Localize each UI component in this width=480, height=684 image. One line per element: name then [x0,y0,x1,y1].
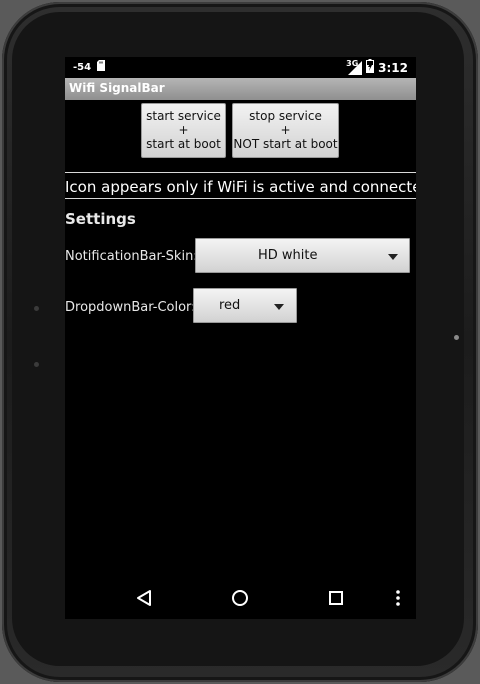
app-title: Wifi SignalBar [69,81,165,95]
chevron-down-icon [274,304,284,310]
stop-button-line-1: stop service [249,109,322,123]
notification-skin-select[interactable]: HD white [195,238,410,273]
stop-service-button[interactable]: stop service + NOT start at boot [232,103,339,158]
sd-card-icon [97,60,106,74]
dropdown-color-value: red [219,298,241,313]
start-button-line-3: start at boot [146,137,221,151]
back-icon[interactable] [131,585,157,611]
recents-icon[interactable] [323,585,349,611]
battery-charging-icon [366,59,375,76]
stop-button-line-2: + [280,123,291,137]
side-sensor-top [34,306,39,311]
cell-signal-icon: 3G [346,58,363,75]
start-button-line-2: + [178,123,189,137]
start-button-line-1: start service [146,109,221,123]
start-service-button[interactable]: start service + start at boot [141,103,226,158]
clock: 3:12 [378,60,408,75]
dropdown-color-select[interactable]: red [193,288,297,323]
signal-strength-value: -54 [73,61,92,73]
notification-skin-label: NotificationBar-Skin: [65,249,198,264]
dropdown-color-label: DropdownBar-Color: [65,300,196,315]
divider-bottom [65,198,416,199]
network-type-label: 3G [346,58,359,68]
front-camera [454,335,459,340]
settings-heading: Settings [65,210,136,228]
info-text: Icon appears only if WiFi is active and … [65,178,416,196]
home-icon[interactable] [227,585,253,611]
side-sensor-bottom [34,362,39,367]
notification-skin-value: HD white [258,248,318,263]
device-screen: -54 3G 3:12 Wifi SignalBar start service… [65,57,416,619]
stop-button-line-3: NOT start at boot [233,137,338,151]
navigation-bar [65,577,416,619]
app-title-bar: Wifi SignalBar [65,78,416,100]
overflow-menu-icon[interactable] [385,585,411,611]
divider-top [65,172,416,173]
chevron-down-icon [388,254,398,260]
status-bar: -54 3G 3:12 [65,57,416,78]
